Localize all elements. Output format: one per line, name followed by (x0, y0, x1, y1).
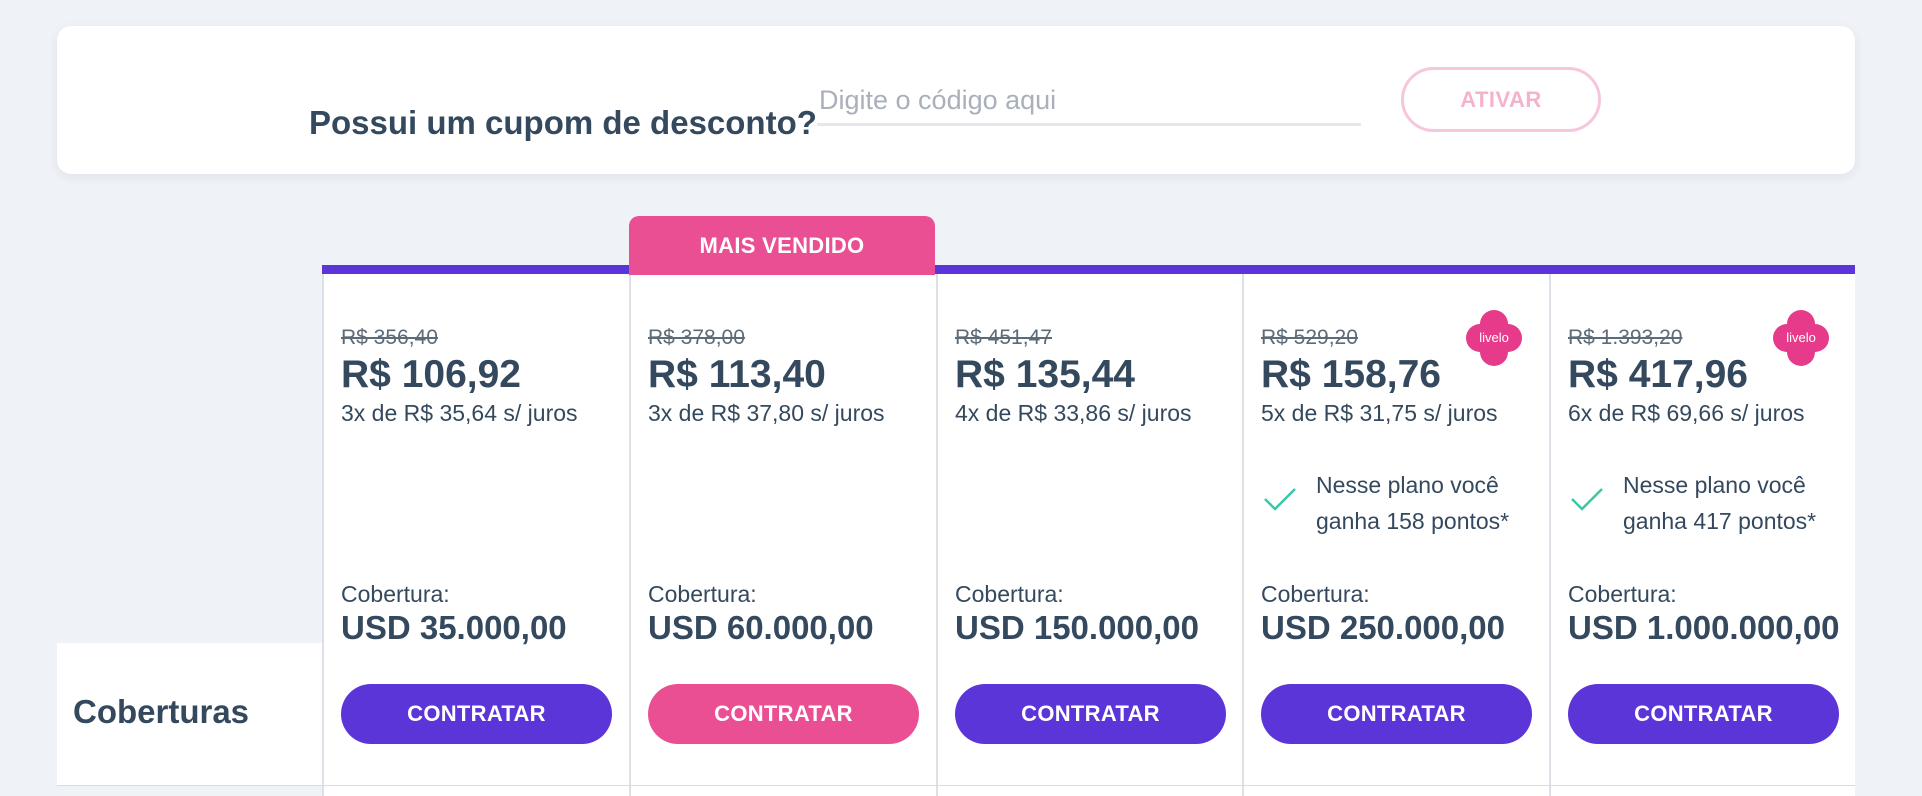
installments: 3x de R$ 35,64 s/ juros (341, 400, 578, 426)
livelo-logo-icon: livelo (1773, 310, 1829, 366)
coupon-code-input[interactable] (817, 78, 1361, 126)
activate-coupon-button[interactable]: ATIVAR (1401, 67, 1601, 132)
current-price: R$ 158,76 (1261, 353, 1441, 396)
coverage-value: USD 250.000,00 (1261, 609, 1506, 646)
contract-button[interactable]: CONTRATAR (341, 684, 612, 744)
coverage-label: Cobertura: (1261, 581, 1370, 607)
old-price: R$ 529,20 (1261, 326, 1358, 349)
old-price: R$ 378,00 (648, 326, 745, 349)
installments: 6x de R$ 69,66 s/ juros (1568, 400, 1805, 426)
plan-column: R$ 356,40 R$ 106,92 3x de R$ 35,64 s/ ju… (322, 274, 629, 796)
points-text: Nesse plano você ganha 158 pontos* (1316, 472, 1510, 534)
current-price: R$ 113,40 (648, 353, 826, 396)
current-price: R$ 135,44 (955, 353, 1135, 396)
check-icon (1571, 488, 1603, 511)
plan-column: R$ 451,47 R$ 135,44 4x de R$ 33,86 s/ ju… (936, 274, 1243, 796)
coverage-label: Cobertura: (648, 581, 757, 607)
divider (57, 785, 1855, 786)
contract-button[interactable]: CONTRATAR (1568, 684, 1839, 744)
coverage-value: USD 35.000,00 (341, 609, 567, 646)
contract-button[interactable]: CONTRATAR (648, 684, 919, 744)
livelo-logo-text: livelo (1786, 330, 1816, 345)
installments: 5x de R$ 31,75 s/ juros (1261, 400, 1498, 426)
coverage-row-label: Coberturas (73, 693, 250, 730)
coverage-value: USD 150.000,00 (955, 609, 1200, 646)
contract-button[interactable]: CONTRATAR (955, 684, 1226, 744)
old-price: R$ 356,40 (341, 326, 438, 349)
coverage-value: USD 60.000,00 (648, 609, 874, 646)
old-price: R$ 451,47 (955, 326, 1052, 349)
coupon-card: Possui um cupom de desconto? ATIVAR (57, 26, 1855, 174)
livelo-logo-icon: livelo (1466, 310, 1522, 366)
contract-button[interactable]: CONTRATAR (1261, 684, 1532, 744)
coverage-value: USD 1.000.000,00 (1568, 609, 1840, 646)
check-icon (1264, 488, 1296, 511)
current-price: R$ 106,92 (341, 353, 521, 396)
coverage-label: Cobertura: (341, 581, 450, 607)
best-seller-badge: MAIS VENDIDO (629, 216, 935, 275)
coverage-label: Cobertura: (1568, 581, 1677, 607)
plan-column: R$ 378,00 R$ 113,40 3x de R$ 37,80 s/ ju… (629, 274, 936, 796)
installments: 3x de R$ 37,80 s/ juros (648, 400, 885, 426)
plan-column: R$ 1.393,20 livelo R$ 417,96 6x de R$ 69… (1549, 274, 1856, 796)
old-price: R$ 1.393,20 (1568, 326, 1683, 349)
points-text: Nesse plano você ganha 417 pontos* (1623, 472, 1817, 534)
coverage-label: Cobertura: (955, 581, 1064, 607)
coupon-label: Possui um cupom de desconto? (309, 104, 817, 141)
current-price: R$ 417,96 (1568, 353, 1748, 396)
plans-table: R$ 356,40 R$ 106,92 3x de R$ 35,64 s/ ju… (322, 265, 1855, 796)
livelo-logo-text: livelo (1479, 330, 1509, 345)
plan-column: R$ 529,20 livelo R$ 158,76 5x de R$ 31,7… (1242, 274, 1549, 796)
installments: 4x de R$ 33,86 s/ juros (955, 400, 1192, 426)
